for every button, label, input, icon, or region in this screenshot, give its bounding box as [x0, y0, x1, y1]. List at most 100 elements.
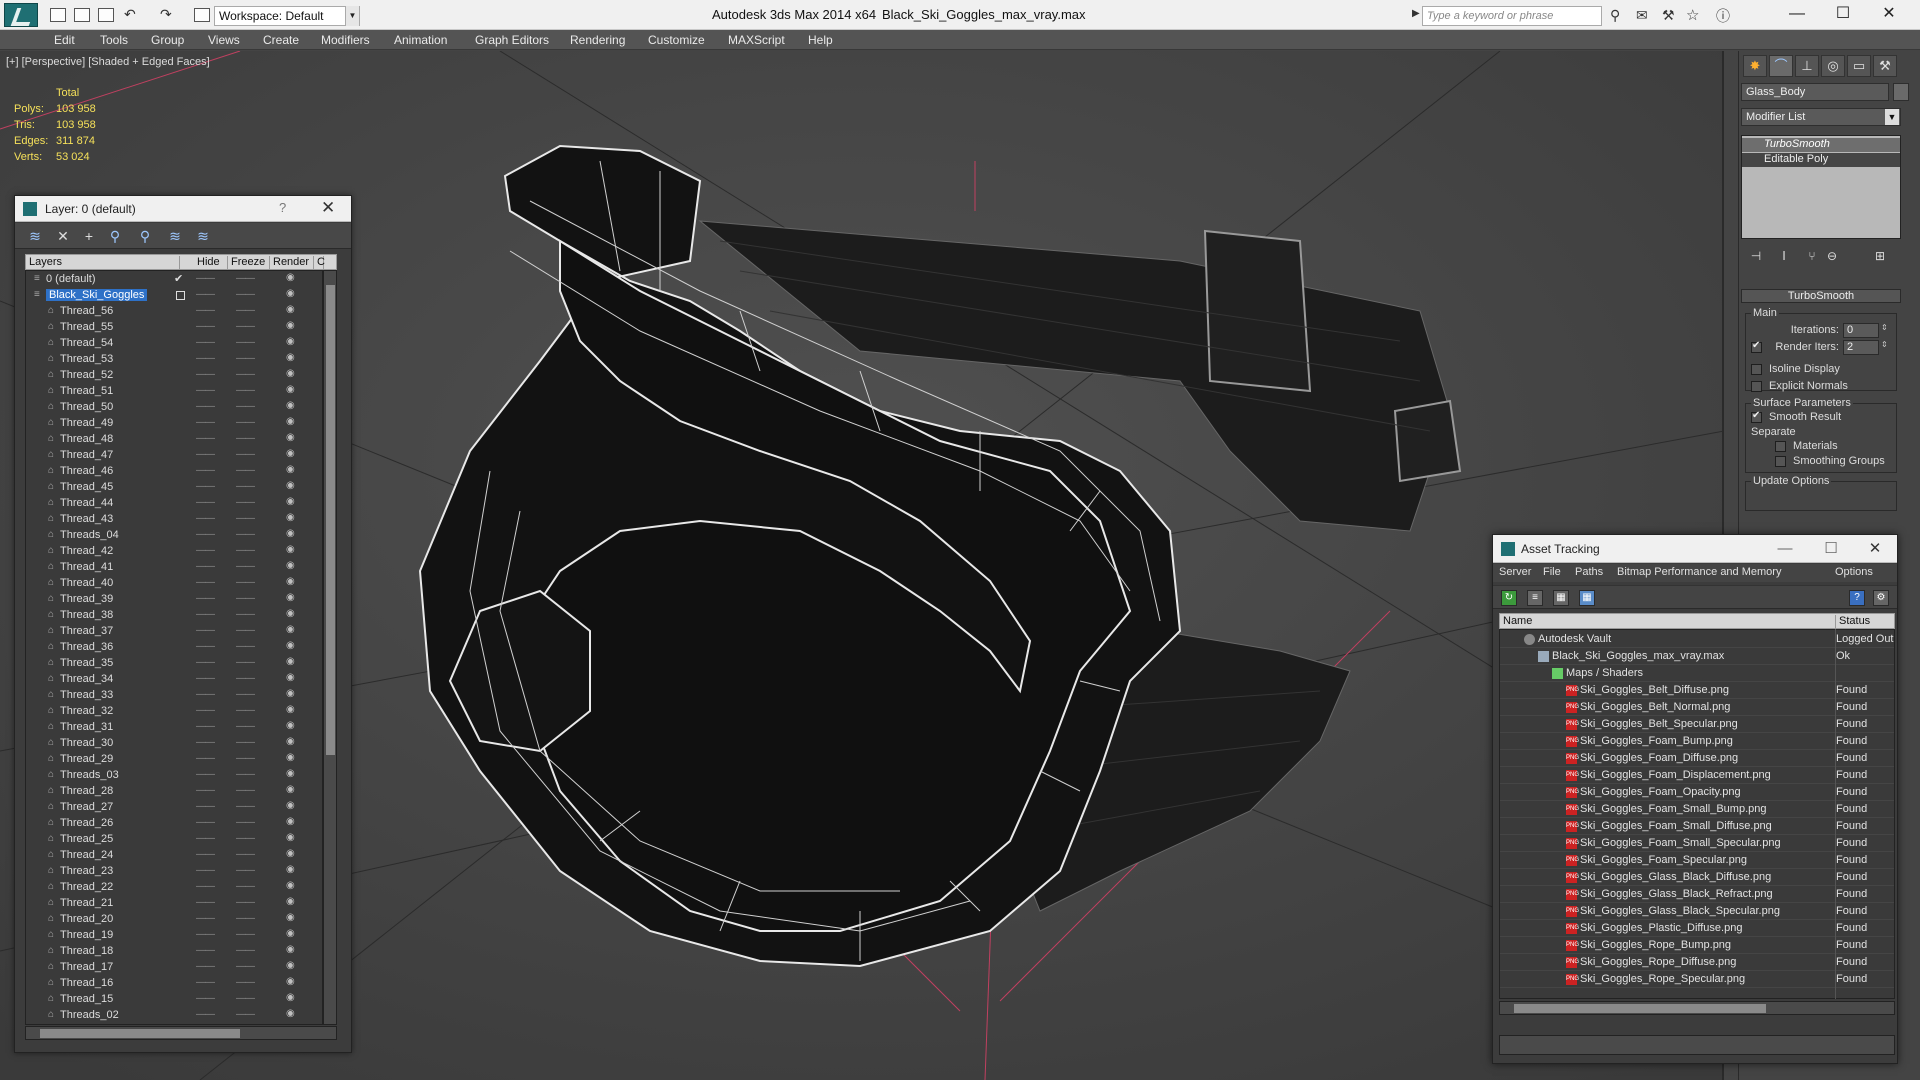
hide-toggle[interactable]: ——: [196, 545, 215, 556]
layer-name[interactable]: Thread_17: [60, 961, 113, 973]
freeze-toggle[interactable]: ——: [236, 337, 255, 348]
hide-toggle[interactable]: ——: [196, 1009, 215, 1020]
col-color[interactable]: C: [314, 256, 325, 270]
object-color-swatch[interactable]: [1893, 83, 1909, 101]
isoline-display-checkbox[interactable]: [1751, 364, 1762, 375]
freeze-toggle[interactable]: ——: [236, 945, 255, 956]
freeze-toggle[interactable]: ——: [236, 449, 255, 460]
layer-name[interactable]: Thread_27: [60, 801, 113, 813]
turbosmooth-rollout-title[interactable]: TurboSmooth: [1741, 289, 1901, 303]
render-teapot-icon[interactable]: ◉: [286, 832, 295, 843]
utilities-tab-icon[interactable]: ⚒: [1873, 55, 1897, 77]
freeze-toggle[interactable]: ——: [236, 865, 255, 876]
scrollbar-thumb[interactable]: [40, 1029, 240, 1038]
chevron-down-icon[interactable]: ▼: [345, 6, 359, 26]
asset-horizontal-scrollbar[interactable]: [1499, 1001, 1895, 1015]
layer-name[interactable]: 0 (default): [46, 273, 96, 285]
highlight-layer-icon[interactable]: ⚲: [137, 228, 153, 244]
hierarchy-tab-icon[interactable]: ⊥: [1795, 55, 1819, 77]
hide-toggle[interactable]: ——: [196, 481, 215, 492]
project-folder-icon[interactable]: [194, 8, 210, 22]
hide-toggle[interactable]: ——: [196, 465, 215, 476]
layer-row[interactable]: ⌂ Thread_38 —— —— ◉: [26, 608, 322, 624]
table-view-icon[interactable]: ▦: [1579, 590, 1595, 606]
hide-toggle[interactable]: ——: [196, 513, 215, 524]
layer-row[interactable]: ⌂ Thread_56 —— —— ◉: [26, 304, 322, 320]
layer-name[interactable]: Thread_16: [60, 977, 113, 989]
layer-row[interactable]: ⌂ Thread_51 —— —— ◉: [26, 384, 322, 400]
freeze-toggle[interactable]: ——: [236, 913, 255, 924]
layer-row[interactable]: ⌂ Thread_46 —— —— ◉: [26, 464, 322, 480]
menu-views[interactable]: Views: [208, 33, 240, 47]
layer-row[interactable]: ⌂ Thread_24 —— —— ◉: [26, 848, 322, 864]
hide-toggle[interactable]: ——: [196, 721, 215, 732]
freeze-toggle[interactable]: ——: [236, 353, 255, 364]
search-input[interactable]: Type a keyword or phrase: [1422, 6, 1602, 26]
layer-name[interactable]: Thread_48: [60, 433, 113, 445]
layer-name[interactable]: Thread_44: [60, 497, 113, 509]
render-teapot-icon[interactable]: ◉: [286, 624, 295, 635]
hide-toggle[interactable]: ——: [196, 305, 215, 316]
layer-name[interactable]: Thread_22: [60, 881, 113, 893]
render-teapot-icon[interactable]: ◉: [286, 400, 295, 411]
render-teapot-icon[interactable]: ◉: [286, 272, 295, 283]
layer-name[interactable]: Thread_31: [60, 721, 113, 733]
asset-menu-file[interactable]: File: [1543, 566, 1561, 578]
list-view-icon[interactable]: ≡: [1527, 590, 1543, 606]
hide-toggle[interactable]: ——: [196, 961, 215, 972]
scrollbar-thumb[interactable]: [326, 285, 335, 755]
render-teapot-icon[interactable]: ◉: [286, 432, 295, 443]
hide-toggle[interactable]: ——: [196, 385, 215, 396]
asset-menu-bitmap[interactable]: Bitmap Performance and Memory: [1617, 566, 1781, 578]
render-teapot-icon[interactable]: ◉: [286, 688, 295, 699]
hide-toggle[interactable]: ——: [196, 865, 215, 876]
layer-row[interactable]: ⌂ Thread_23 —— —— ◉: [26, 864, 322, 880]
motion-tab-icon[interactable]: ◎: [1821, 55, 1845, 77]
close-button[interactable]: ✕: [1866, 0, 1912, 30]
menu-customize[interactable]: Customize: [648, 33, 705, 47]
hide-toggle[interactable]: ——: [196, 273, 215, 284]
freeze-toggle[interactable]: ——: [236, 433, 255, 444]
maximize-button[interactable]: ☐: [1820, 0, 1866, 30]
hide-toggle[interactable]: ——: [196, 529, 215, 540]
layer-row[interactable]: ⌂ Thread_34 —— —— ◉: [26, 672, 322, 688]
asset-path-field[interactable]: [1499, 1035, 1895, 1055]
layer-row[interactable]: ⌂ Thread_43 —— —— ◉: [26, 512, 322, 528]
close-icon[interactable]: ✕: [1855, 538, 1895, 560]
freeze-toggle[interactable]: ——: [236, 401, 255, 412]
layer-row[interactable]: ⌂ Thread_35 —— —— ◉: [26, 656, 322, 672]
freeze-toggle[interactable]: ——: [236, 593, 255, 604]
layer-name[interactable]: Thread_45: [60, 481, 113, 493]
render-teapot-icon[interactable]: ◉: [286, 768, 295, 779]
render-teapot-icon[interactable]: ◉: [286, 656, 295, 667]
render-teapot-icon[interactable]: ◉: [286, 816, 295, 827]
layer-row[interactable]: ⌂ Thread_36 —— —— ◉: [26, 640, 322, 656]
settings-icon[interactable]: ⚙: [1873, 590, 1889, 606]
layer-row[interactable]: ⌂ Thread_45 —— —— ◉: [26, 480, 322, 496]
layer-row[interactable]: ⌂ Thread_48 —— —— ◉: [26, 432, 322, 448]
freeze-toggle[interactable]: ——: [236, 321, 255, 332]
hide-toggle[interactable]: ——: [196, 769, 215, 780]
layer-name[interactable]: Thread_42: [60, 545, 113, 557]
render-teapot-icon[interactable]: ◉: [286, 384, 295, 395]
col-name[interactable]: Name: [1500, 615, 1836, 629]
layer-row[interactable]: ⌂ Thread_33 —— —— ◉: [26, 688, 322, 704]
freeze-toggle[interactable]: ——: [236, 721, 255, 732]
communication-center-icon[interactable]: ✉: [1636, 7, 1648, 24]
render-teapot-icon[interactable]: ◉: [286, 944, 295, 955]
render-teapot-icon[interactable]: ◉: [286, 976, 295, 987]
layer-row[interactable]: ⌂ Thread_55 —— —— ◉: [26, 320, 322, 336]
layer-name[interactable]: Thread_35: [60, 657, 113, 669]
layer-row[interactable]: ⌂ Thread_31 —— —— ◉: [26, 720, 322, 736]
binoculars-icon[interactable]: ⚲: [1610, 7, 1620, 24]
layer-row[interactable]: ⌂ Thread_28 —— —— ◉: [26, 784, 322, 800]
layer-name[interactable]: Thread_49: [60, 417, 113, 429]
stack-item-editable-poly[interactable]: Editable Poly: [1742, 153, 1900, 167]
configure-modifier-sets-icon[interactable]: ⊞: [1871, 249, 1889, 265]
col-layers[interactable]: Layers: [26, 256, 180, 270]
scrollbar-thumb[interactable]: [1514, 1004, 1766, 1013]
refresh-icon[interactable]: ↻: [1501, 590, 1517, 606]
layer-row[interactable]: ⌂ Thread_30 —— —— ◉: [26, 736, 322, 752]
hide-toggle[interactable]: ——: [196, 897, 215, 908]
freeze-toggle[interactable]: ——: [236, 737, 255, 748]
